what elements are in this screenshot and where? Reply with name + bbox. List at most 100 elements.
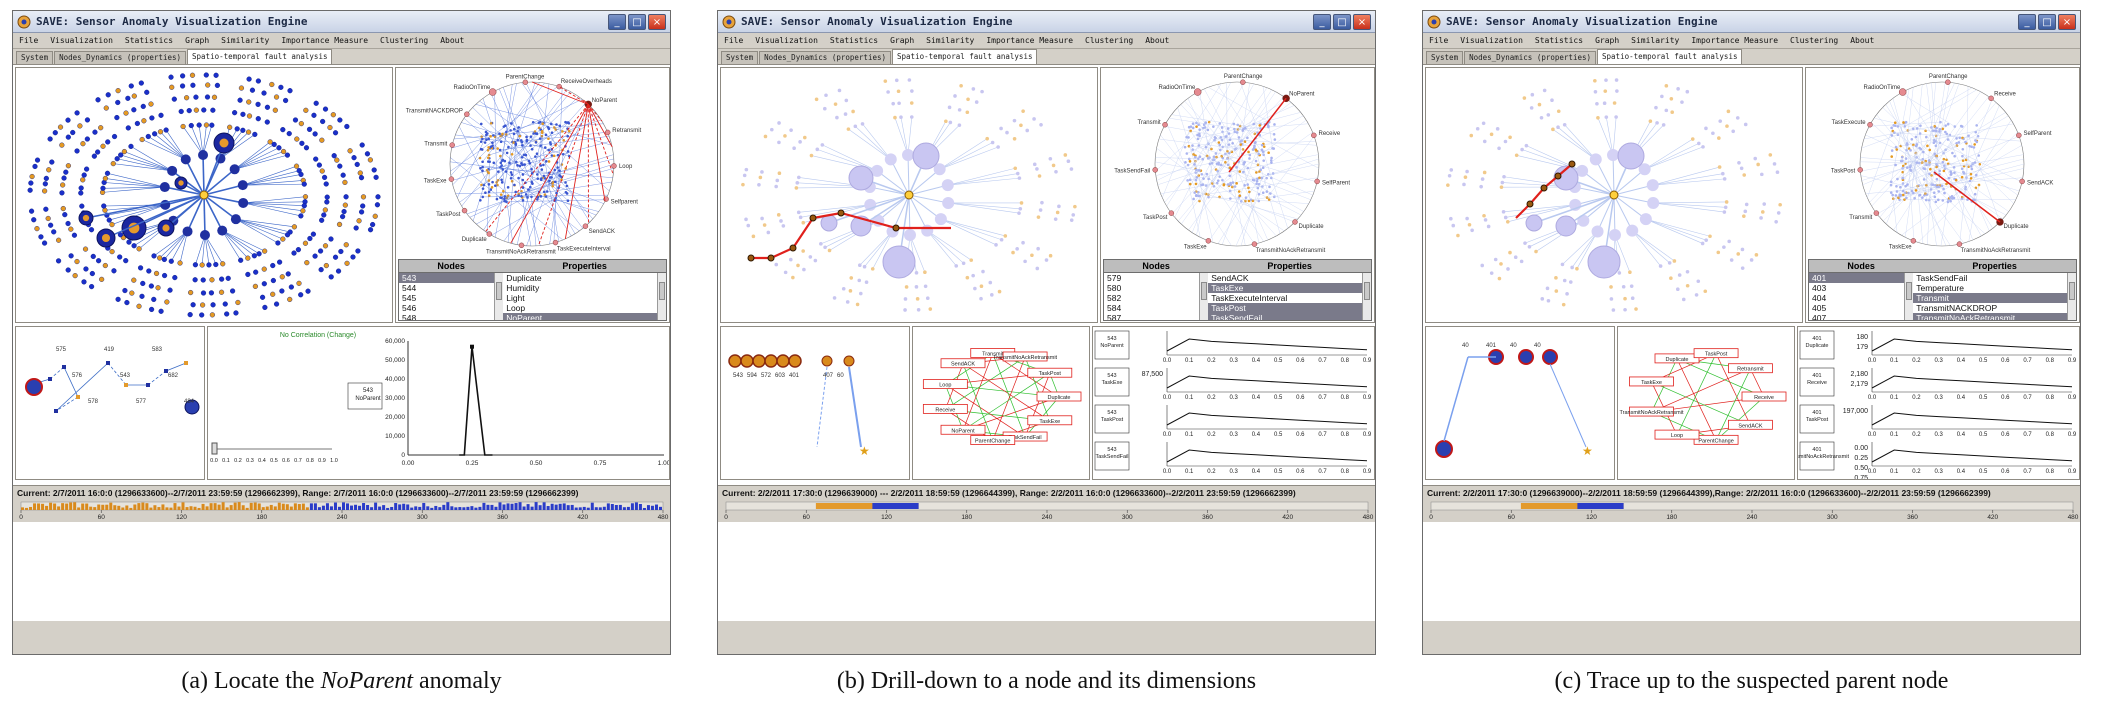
- timeline-slider[interactable]: 0 60 120 180 240 300 360 420 480: [718, 486, 1375, 520]
- node-property-table[interactable]: Nodes Properties 579580582584587588 Send…: [1103, 259, 1372, 321]
- node-row[interactable]: 403: [1809, 283, 1913, 293]
- correlation-graph[interactable]: ReceiveSendACKParentChangeLoopTransmitNo…: [1618, 327, 1794, 479]
- menu-about[interactable]: About: [1145, 36, 1169, 45]
- correlation-graph[interactable]: DuplicateTaskExeTaskSendFailParentChange…: [913, 327, 1089, 479]
- property-row[interactable]: Light: [503, 293, 666, 303]
- node-property-table[interactable]: Nodes Properties 543544545546548552 Dupl…: [398, 259, 667, 321]
- scrollbar[interactable]: [1199, 273, 1209, 320]
- tab-spatio-temporal[interactable]: Spatio-temporal fault analysis: [892, 49, 1038, 64]
- menu-graph[interactable]: Graph: [185, 36, 209, 45]
- node-row[interactable]: 580: [1104, 283, 1208, 293]
- menu-statistics[interactable]: Statistics: [1535, 36, 1583, 45]
- scroll-thumb[interactable]: [659, 282, 665, 300]
- nodes-list[interactable]: 579580582584587588: [1104, 273, 1209, 320]
- scrollbar[interactable]: [1904, 273, 1914, 320]
- properties-list[interactable]: DuplicateHumidityLightLoopNoParentParent…: [503, 273, 666, 320]
- property-row[interactable]: TransmitNoAckRetransmit: [1913, 313, 2076, 320]
- scroll-thumb[interactable]: [496, 282, 503, 300]
- node-row[interactable]: 543: [399, 273, 504, 283]
- node-row[interactable]: 404: [1809, 293, 1913, 303]
- close-button[interactable]: ×: [2058, 13, 2076, 30]
- maximize-button[interactable]: □: [2038, 13, 2056, 30]
- path-tree-panel[interactable]: ★ 543 594 572 603 401 407 60: [720, 326, 910, 480]
- menu-similarity[interactable]: Similarity: [221, 36, 269, 45]
- menu-about[interactable]: About: [440, 36, 464, 45]
- properties-list[interactable]: SendACK TaskExe TaskExecuteInterval TaskPos…: [1208, 273, 1371, 320]
- scrollbar[interactable]: [1362, 273, 1371, 320]
- tab-system[interactable]: System: [1426, 51, 1464, 64]
- property-row[interactable]: TaskExe: [1208, 283, 1371, 293]
- timeline-slider[interactable]: 0 60 120 180 240 300 360 420 480: [13, 486, 670, 520]
- menu-importance-measure[interactable]: Importance Measure: [1691, 36, 1778, 45]
- node-row[interactable]: 405: [1809, 303, 1913, 313]
- hierarchy-tree-view[interactable]: [16, 68, 392, 322]
- scroll-thumb[interactable]: [1201, 282, 1208, 300]
- scroll-thumb[interactable]: [2069, 282, 2075, 300]
- node-row[interactable]: 546: [399, 303, 503, 313]
- radial-correlation-view[interactable]: RadioOnTimeParentChangeReceiveOverheadsN…: [396, 68, 669, 258]
- path-tree-panel[interactable]: 575 576 578 419 543 577 583 682 484: [15, 326, 205, 480]
- tab-spatio-temporal[interactable]: Spatio-temporal fault analysis: [1597, 49, 1743, 64]
- dimension-charts-panel[interactable]: 401 Duplicate 180 179 0.0 0.1 0.2 0.3 0.4 0.5 0.6 0…: [1797, 326, 2080, 480]
- node-row[interactable]: 587: [1104, 313, 1208, 320]
- property-row[interactable]: Temperature: [1913, 283, 2076, 293]
- dimension-charts-panel[interactable]: 543 NoParent 0.0 0.1 0.2 0.3 0.4 0.5 0.6 0.7 0.8 0.…: [1092, 326, 1375, 480]
- menu-clustering[interactable]: Clustering: [380, 36, 428, 45]
- node-row[interactable]: 579: [1104, 273, 1208, 283]
- correlation-graph-panel[interactable]: Duplicate TaskExe TaskSendFail ParentChange…: [912, 326, 1090, 480]
- menu-clustering[interactable]: Clustering: [1085, 36, 1133, 45]
- scroll-thumb[interactable]: [1906, 282, 1913, 300]
- property-row[interactable]: Transmit: [1913, 293, 2076, 303]
- minimize-button[interactable]: _: [1313, 13, 1331, 30]
- property-row[interactable]: TransmitNACKDROP: [1913, 303, 2076, 313]
- scrollbar[interactable]: [657, 273, 666, 320]
- minimize-button[interactable]: _: [2018, 13, 2036, 30]
- timeline-slider[interactable]: 0 60 120 180 240 300 360 420 480: [1423, 486, 2080, 520]
- menu-similarity[interactable]: Similarity: [926, 36, 974, 45]
- dimension-small-multiples[interactable]: 401Duplicate1801790.0 0.1 0.2 0.3 0.4 0.5 0.6 0…: [1798, 327, 2079, 479]
- path-tree-view[interactable]: ★40 401 40 40: [1426, 327, 1614, 479]
- dimension-small-multiples[interactable]: 543NoParent0.0 0.1 0.2 0.3 0.4 0.5 0.6 0.7 0.8 0.…: [1093, 327, 1374, 479]
- property-row[interactable]: TaskExecuteInterval: [1208, 293, 1371, 303]
- path-tree-view[interactable]: ★543 594 572 603 401 407 60: [721, 327, 909, 479]
- close-button[interactable]: ×: [1353, 13, 1371, 30]
- tab-nodes-dynamics[interactable]: Nodes_Dynamics (properties): [54, 51, 187, 64]
- radial-correlation-view[interactable]: RadioOnTimeParentChangeNoParentReceiveSe…: [1101, 68, 1374, 258]
- correlation-graph-panel[interactable]: Receive SendACK ParentChange Loop TransmitNo…: [1617, 326, 1795, 480]
- node-property-table[interactable]: Nodes Properties 401403404405407408 Task…: [1808, 259, 2077, 321]
- menu-importance-measure[interactable]: Importance Measure: [281, 36, 368, 45]
- nodes-list[interactable]: 543544545546548552: [399, 273, 504, 320]
- property-row[interactable]: TaskSendFail: [1208, 313, 1371, 320]
- tab-nodes-dynamics[interactable]: Nodes_Dynamics (properties): [759, 51, 892, 64]
- properties-list[interactable]: TaskSendFail Temperature Transmit TransmitN…: [1913, 273, 2076, 320]
- nodes-list[interactable]: 401403404405407408: [1809, 273, 1914, 320]
- menu-file[interactable]: File: [19, 36, 38, 45]
- menu-visualization[interactable]: Visualization: [755, 36, 818, 45]
- node-row[interactable]: 544: [399, 283, 503, 293]
- property-row[interactable]: SendACK: [1208, 273, 1371, 283]
- tab-spatio-temporal[interactable]: Spatio-temporal fault analysis: [187, 49, 333, 64]
- hierarchy-tree-view[interactable]: [1426, 68, 1802, 322]
- maximize-button[interactable]: □: [628, 13, 646, 30]
- menu-visualization[interactable]: Visualization: [50, 36, 113, 45]
- node-row[interactable]: 548: [399, 313, 503, 320]
- hierarchy-tree-panel[interactable]: [720, 67, 1098, 323]
- scrollbar[interactable]: [494, 273, 504, 320]
- menu-clustering[interactable]: Clustering: [1790, 36, 1838, 45]
- radial-correlation-view[interactable]: RadioOnTimeParentChangeReceiveSelfParent…: [1806, 68, 2079, 258]
- tab-system[interactable]: System: [721, 51, 759, 64]
- path-tree-view[interactable]: 575576578419543577583682484: [16, 327, 204, 479]
- correlation-chart[interactable]: No Correlation (Change)0.0 0.1 0.2 0.3 0.4 0.…: [208, 327, 669, 479]
- property-row[interactable]: TaskSendFail: [1913, 273, 2076, 283]
- radial-graph-panel[interactable]: RadioOnTime ParentChange NoParent Receive Se…: [1100, 67, 1375, 323]
- correlation-chart-panel[interactable]: No Correlation (Change) 0.0 0.1 0.2 0.3 0.4 0.…: [207, 326, 670, 480]
- maximize-button[interactable]: □: [1333, 13, 1351, 30]
- scroll-thumb[interactable]: [1364, 282, 1370, 300]
- node-row[interactable]: 545: [399, 293, 503, 303]
- tab-nodes-dynamics[interactable]: Nodes_Dynamics (properties): [1464, 51, 1597, 64]
- radial-graph-panel[interactable]: RadioOnTime ParentChange Receive SelfParent…: [1805, 67, 2080, 323]
- menu-statistics[interactable]: Statistics: [125, 36, 173, 45]
- hierarchy-tree-panel[interactable]: [1425, 67, 1803, 323]
- property-row[interactable]: NoParent: [503, 313, 666, 320]
- menu-graph[interactable]: Graph: [890, 36, 914, 45]
